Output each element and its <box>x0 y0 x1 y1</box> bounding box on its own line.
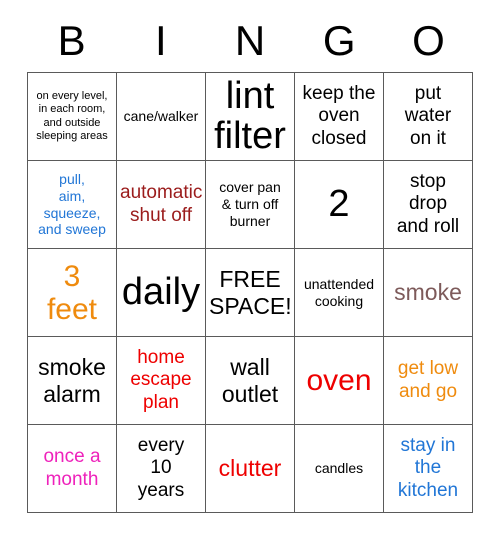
bingo-cell-label: clutter <box>218 455 282 482</box>
bingo-cell[interactable]: oven <box>295 337 384 425</box>
bingo-cell[interactable]: smoke <box>384 249 473 337</box>
bingo-cell-label: smoke alarm <box>38 354 106 407</box>
bingo-cell[interactable]: put water on it <box>384 73 473 161</box>
bingo-card: B I N G O on every level, in each room, … <box>0 0 500 544</box>
bingo-cell-label: home escape plan <box>130 346 192 413</box>
bingo-cell-label: 3 feet <box>46 259 98 326</box>
bingo-cell[interactable]: automatic shut off <box>117 161 206 249</box>
bingo-cell-label: get low and go <box>397 358 459 402</box>
bingo-cell[interactable]: once a month <box>28 425 117 513</box>
bingo-cell-label: keep the oven closed <box>302 82 376 149</box>
bingo-cell-label: put water on it <box>404 82 452 149</box>
bingo-cell-label: unattended cooking <box>303 275 375 309</box>
bingo-cell[interactable]: cover pan & turn off burner <box>206 161 295 249</box>
bingo-grid: on every level, in each room, and outsid… <box>27 72 473 513</box>
bingo-cell[interactable]: 2 <box>295 161 384 249</box>
bingo-cell-label: oven <box>306 364 372 397</box>
bingo-cell[interactable]: FREE SPACE! <box>206 249 295 337</box>
bingo-cell-label: cane/walker <box>123 108 199 125</box>
bingo-cell-label: automatic shut off <box>120 182 203 226</box>
bingo-header-letter-o: O <box>412 17 445 64</box>
bingo-cell[interactable]: lint filter <box>206 73 295 161</box>
bingo-cell-label: stop drop and roll <box>396 170 460 237</box>
bingo-header: B I N G O <box>27 12 473 70</box>
bingo-cell-label: 2 <box>328 182 350 225</box>
bingo-cell[interactable]: daily <box>117 249 206 337</box>
bingo-cell-label: pull, aim, squeeze, and sweep <box>38 170 106 238</box>
bingo-cell-label: on every level, in each room, and outsid… <box>36 89 108 142</box>
bingo-cell[interactable]: unattended cooking <box>295 249 384 337</box>
bingo-cell[interactable]: smoke alarm <box>28 337 117 425</box>
bingo-cell-label: cover pan & turn off burner <box>219 179 281 229</box>
bingo-header-letter-g: G <box>322 17 356 64</box>
bingo-cell-label: wall outlet <box>221 354 279 407</box>
bingo-cell[interactable]: cane/walker <box>117 73 206 161</box>
bingo-cell[interactable]: home escape plan <box>117 337 206 425</box>
bingo-cell-label: every 10 years <box>137 434 185 501</box>
bingo-cell[interactable]: stay in the kitchen <box>384 425 473 513</box>
bingo-cell[interactable]: every 10 years <box>117 425 206 513</box>
bingo-cell[interactable]: wall outlet <box>206 337 295 425</box>
bingo-cell-label: FREE SPACE! <box>209 266 292 319</box>
bingo-cell-label: daily <box>121 270 201 313</box>
bingo-cell[interactable]: clutter <box>206 425 295 513</box>
bingo-cell[interactable]: stop drop and roll <box>384 161 473 249</box>
bingo-header-letter-b: B <box>57 17 86 64</box>
bingo-cell[interactable]: get low and go <box>384 337 473 425</box>
bingo-header-letter-i: I <box>154 17 167 64</box>
bingo-cell-label: lint filter <box>214 74 286 157</box>
bingo-cell[interactable]: pull, aim, squeeze, and sweep <box>28 161 117 249</box>
bingo-cell[interactable]: keep the oven closed <box>295 73 384 161</box>
bingo-cell[interactable]: 3 feet <box>28 249 117 337</box>
bingo-cell-label: stay in the kitchen <box>397 434 459 501</box>
bingo-cell-label: once a month <box>43 446 101 490</box>
bingo-cell[interactable]: candles <box>295 425 384 513</box>
bingo-cell-label: smoke <box>394 279 462 306</box>
bingo-cell[interactable]: on every level, in each room, and outsid… <box>28 73 117 161</box>
bingo-cell-label: candles <box>314 460 364 477</box>
bingo-header-letter-n: N <box>234 17 266 64</box>
